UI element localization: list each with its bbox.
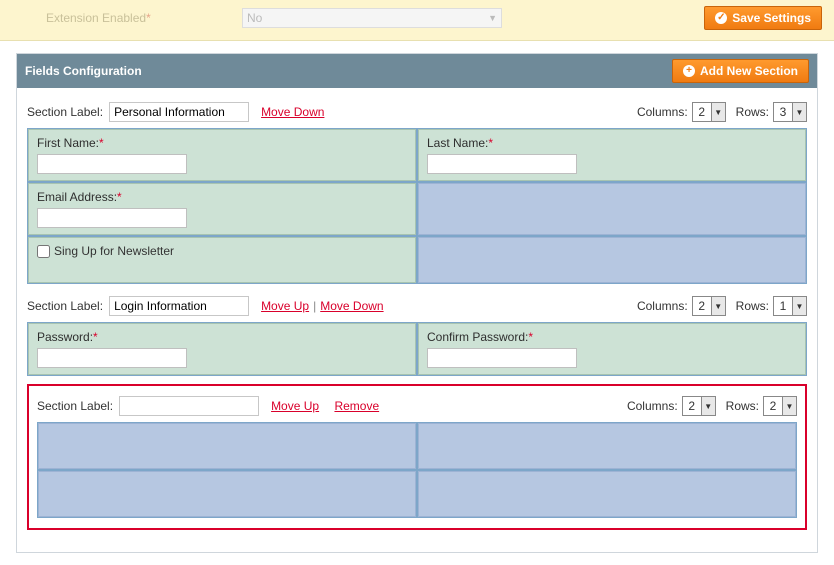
field-cell: Password:* <box>28 323 416 375</box>
empty-cell <box>38 471 416 517</box>
fields-grid: First Name:*Last Name:*Email Address:*Si… <box>27 128 807 284</box>
section-label-input[interactable] <box>109 296 249 316</box>
empty-cell <box>418 471 796 517</box>
required-mark: * <box>117 190 122 204</box>
chevron-down-icon: ▼ <box>711 103 725 121</box>
empty-cell <box>418 423 796 469</box>
field-label: Email Address: <box>37 190 117 204</box>
field-cell: Sing Up for Newsletter <box>28 237 416 283</box>
rows-select[interactable]: 3▼ <box>773 102 807 122</box>
columns-select[interactable]: 2▼ <box>692 102 726 122</box>
columns-select[interactable]: 2▼ <box>692 296 726 316</box>
chevron-down-icon: ▼ <box>488 13 497 23</box>
extension-enabled-value: No <box>247 11 262 25</box>
empty-cell <box>418 183 806 235</box>
columns-select[interactable]: 2▼ <box>682 396 716 416</box>
check-icon: ✓ <box>715 12 727 24</box>
checkbox-input[interactable] <box>37 245 50 258</box>
section-dims: Columns:2▼Rows:2▼ <box>627 396 797 416</box>
required-mark: * <box>528 330 533 344</box>
rows-select[interactable]: 1▼ <box>773 296 807 316</box>
text-input[interactable] <box>427 154 577 174</box>
empty-cell <box>418 237 806 283</box>
section-actions: Move Up Remove <box>271 399 379 413</box>
required-mark: * <box>488 136 493 150</box>
columns-label: Columns: <box>637 299 688 313</box>
password-input[interactable] <box>427 348 577 368</box>
section-label-input[interactable] <box>109 102 249 122</box>
section-label-text: Section Label: <box>37 399 113 413</box>
settings-top-bar: Extension Enabled* No ▼ ✓ Save Settings <box>0 0 834 41</box>
password-input[interactable] <box>37 348 187 368</box>
section-actions: Move Up | Move Down <box>261 299 384 313</box>
panel-header: Fields Configuration + Add New Section <box>17 54 817 88</box>
separator <box>325 399 328 413</box>
fields-grid: Password:*Confirm Password:* <box>27 322 807 376</box>
text-input[interactable] <box>37 208 187 228</box>
separator: | <box>313 299 316 313</box>
empty-cell <box>38 423 416 469</box>
panel-body: Section Label:Move DownColumns:2▼Rows:3▼… <box>17 88 817 552</box>
section: Section Label:Move DownColumns:2▼Rows:3▼… <box>27 98 807 284</box>
chevron-down-icon: ▼ <box>782 397 796 415</box>
field-label: Last Name: <box>427 136 488 150</box>
columns-select-value: 2 <box>693 297 711 315</box>
chevron-down-icon: ▼ <box>792 297 806 315</box>
section-label-input[interactable] <box>119 396 259 416</box>
columns-label: Columns: <box>637 105 688 119</box>
rows-select-value: 1 <box>774 297 792 315</box>
field-label: First Name: <box>37 136 99 150</box>
add-new-section-button[interactable]: + Add New Section <box>672 59 809 83</box>
panel-title: Fields Configuration <box>25 64 142 78</box>
extension-enabled-label: Extension Enabled* <box>12 11 242 25</box>
move_up-link[interactable]: Move Up <box>261 299 309 313</box>
save-settings-button[interactable]: ✓ Save Settings <box>704 6 822 30</box>
checkbox-field[interactable]: Sing Up for Newsletter <box>37 244 407 258</box>
section-dims: Columns:2▼Rows:1▼ <box>637 296 807 316</box>
chevron-down-icon: ▼ <box>701 397 715 415</box>
columns-select-value: 2 <box>693 103 711 121</box>
extension-enabled-select[interactable]: No ▼ <box>242 8 502 28</box>
required-mark: * <box>93 330 98 344</box>
section-header: Section Label: Move Up | Move Down Columns: 2… <box>27 292 807 322</box>
required-mark: * <box>99 136 104 150</box>
plus-icon: + <box>683 65 695 77</box>
field-cell: Confirm Password:* <box>418 323 806 375</box>
remove-link[interactable]: Remove <box>334 399 379 413</box>
move_down-link[interactable]: Move Down <box>320 299 383 313</box>
move_down-link[interactable]: Move Down <box>261 105 324 119</box>
rows-select-value: 3 <box>774 103 792 121</box>
rows-label: Rows: <box>736 299 769 313</box>
rows-label: Rows: <box>726 399 759 413</box>
section-header: Section Label:Move DownColumns:2▼Rows:3▼ <box>27 98 807 128</box>
section: Section Label:Move Up RemoveColumns:2▼Ro… <box>27 384 807 530</box>
field-label: Password: <box>37 330 93 344</box>
section-header: Section Label:Move Up RemoveColumns:2▼Ro… <box>37 392 797 422</box>
section: Section Label: Move Up | Move Down Columns: 2… <box>27 292 807 376</box>
field-cell: Email Address:* <box>28 183 416 235</box>
section-label-text: Section Label: <box>27 105 103 119</box>
fields-grid <box>37 422 797 518</box>
columns-select-value: 2 <box>683 397 701 415</box>
rows-select[interactable]: 2▼ <box>763 396 797 416</box>
rows-label: Rows: <box>736 105 769 119</box>
field-cell: First Name:* <box>28 129 416 181</box>
text-input[interactable] <box>37 154 187 174</box>
chevron-down-icon: ▼ <box>711 297 725 315</box>
rows-select-value: 2 <box>764 397 782 415</box>
field-label: Confirm Password: <box>427 330 528 344</box>
field-cell: Last Name:* <box>418 129 806 181</box>
section-actions: Move Down <box>261 105 324 119</box>
section-dims: Columns:2▼Rows:3▼ <box>637 102 807 122</box>
move_up-link[interactable]: Move Up <box>271 399 319 413</box>
section-label-text: Section Label: <box>27 299 103 313</box>
chevron-down-icon: ▼ <box>792 103 806 121</box>
columns-label: Columns: <box>627 399 678 413</box>
fields-config-panel: Fields Configuration + Add New Section S… <box>16 53 818 553</box>
checkbox-label: Sing Up for Newsletter <box>54 244 174 258</box>
